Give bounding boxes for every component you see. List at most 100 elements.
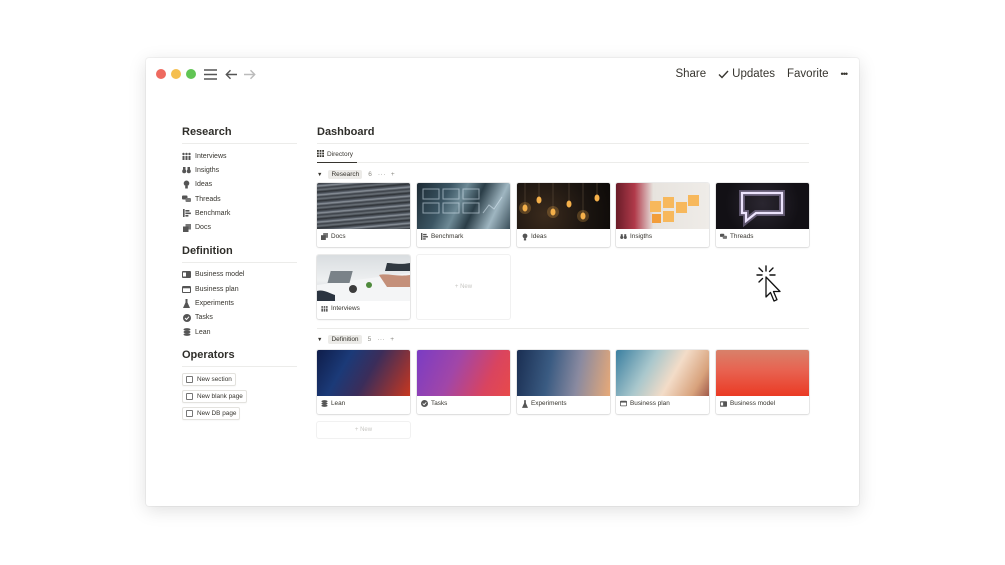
lightbulb-icon: [521, 233, 528, 240]
grid-icon: [317, 150, 324, 159]
new-blank-page-button[interactable]: New blank page: [182, 390, 247, 404]
gallery-card-interviews[interactable]: Interviews: [317, 255, 410, 319]
bars-icon: [421, 233, 428, 240]
group-header-research: ▼ Research 6 ··· +: [317, 166, 809, 183]
cover-image: [317, 255, 410, 301]
group-header-definition: ▼ Definition 5 ··· +: [317, 331, 394, 348]
tab-directory[interactable]: Directory: [317, 147, 358, 163]
people-icon: [182, 152, 191, 161]
gallery-card-insigths[interactable]: Insigths: [616, 183, 709, 247]
layers-icon: [321, 400, 328, 407]
new-card-button[interactable]: + New: [417, 255, 510, 319]
window-icon: [182, 285, 191, 294]
card-caption: Insigths: [620, 233, 652, 240]
sidebar-item-label: Benchmark: [195, 209, 231, 217]
sidebar-item-label: Threads: [195, 195, 221, 203]
sidebar-item-label: Docs: [195, 224, 211, 232]
updates-label: Updates: [732, 68, 775, 80]
collapse-triangle-icon[interactable]: ▼: [317, 337, 322, 343]
sidebar-heading: Definition: [182, 245, 297, 263]
card-caption: Lean: [321, 400, 345, 407]
gallery-research: Docs Benchmark Ideas Insigths Threads In…: [317, 183, 809, 473]
window-icon: [620, 400, 627, 407]
sidebar-item-business-plan[interactable]: Business plan: [182, 282, 297, 296]
sidebar-item-interviews[interactable]: Interviews: [182, 149, 297, 163]
new-card-button[interactable]: + New: [317, 422, 410, 438]
card-label: Business plan: [630, 400, 670, 407]
sidebar-item-label: Tasks: [195, 314, 213, 322]
group-count: 6: [368, 171, 372, 178]
sidebar-heading: Operators: [182, 349, 297, 368]
sidebar-item-lean[interactable]: Lean: [182, 325, 297, 339]
page-icon: [186, 393, 193, 401]
cover-image: [317, 350, 410, 396]
close-window-button[interactable]: [156, 69, 166, 79]
gallery-card-docs[interactable]: Docs: [317, 183, 410, 247]
sidebar-item-threads[interactable]: Threads: [182, 192, 297, 206]
updates-button[interactable]: Updates: [718, 68, 775, 80]
new-section-button[interactable]: New section: [182, 373, 236, 387]
sidebar-item-label: Lean: [195, 328, 211, 336]
cover-image: [716, 350, 809, 396]
meeting-table-art: [317, 263, 410, 301]
gallery-card-business-plan[interactable]: Business plan: [616, 350, 709, 414]
forward-arrow-icon[interactable]: [241, 66, 257, 82]
sidebar-item-business-model[interactable]: Business model: [182, 268, 297, 282]
hanging-bulbs-art: [519, 183, 600, 222]
sidebar-section-definition: Definition Business model Business plan …: [182, 245, 297, 339]
card-caption: Interviews: [321, 305, 360, 312]
gallery-card-ideas[interactable]: Ideas: [517, 183, 610, 247]
sidebar-item-docs[interactable]: Docs: [182, 220, 297, 234]
card-caption: Business plan: [620, 400, 670, 407]
group-add-icon[interactable]: +: [390, 336, 394, 343]
sidebar-section-operators: Operators New section New blank page New…: [182, 349, 297, 424]
tab-label: Directory: [327, 151, 354, 158]
group-more-icon[interactable]: ···: [378, 171, 386, 178]
minimize-window-button[interactable]: [171, 69, 181, 79]
bars-icon: [182, 209, 191, 218]
card-label: Interviews: [331, 305, 360, 312]
mouse-cursor-icon: [756, 265, 781, 302]
binoculars-icon: [620, 233, 627, 240]
gallery-card-benchmark[interactable]: Benchmark: [417, 183, 510, 247]
sidebar-item-tasks[interactable]: Tasks: [182, 311, 297, 325]
chat-bubbles-icon: [182, 195, 191, 204]
card-label: Lean: [331, 400, 346, 407]
card-caption: Threads: [720, 233, 753, 240]
dashboard-screens-art: [422, 188, 503, 214]
gallery-card-threads[interactable]: Threads: [716, 183, 809, 247]
sidebar-item-benchmark[interactable]: Benchmark: [182, 206, 297, 220]
back-arrow-icon[interactable]: [223, 66, 239, 82]
sidebar: Research Interviews Insigths Ideas Threa…: [182, 126, 297, 424]
cover-image: [417, 183, 510, 229]
group-more-icon[interactable]: ···: [377, 336, 385, 343]
documents-icon: [321, 233, 328, 240]
card-label: Threads: [730, 233, 754, 240]
menu-icon[interactable]: [202, 66, 218, 82]
cover-image: [517, 350, 610, 396]
group-divider: [317, 328, 809, 329]
new-db-page-button[interactable]: New DB page: [182, 407, 241, 421]
more-options-button[interactable]: •••: [841, 69, 849, 79]
gallery-card-business-model[interactable]: Business model: [716, 350, 809, 414]
sidebar-item-insigths[interactable]: Insigths: [182, 163, 297, 177]
maximize-window-button[interactable]: [186, 69, 196, 79]
card-caption: Docs: [321, 233, 346, 240]
card-caption: Experiments: [521, 399, 567, 408]
group-name: Research: [328, 170, 363, 179]
people-icon: [321, 305, 328, 312]
page-title: Dashboard: [317, 126, 809, 144]
gallery-card-tasks[interactable]: Tasks: [417, 350, 510, 414]
sidebar-item-experiments[interactable]: Experiments: [182, 296, 297, 310]
app-window: Share Updates Favorite ••• Research Inte…: [146, 58, 859, 506]
sidebar-item-ideas[interactable]: Ideas: [182, 178, 297, 192]
gallery-card-lean[interactable]: Lean: [317, 350, 410, 414]
sidebar-item-label: Experiments: [195, 300, 234, 308]
card-label: Benchmark: [431, 233, 464, 240]
share-button[interactable]: Share: [675, 68, 706, 80]
gallery-card-experiments[interactable]: Experiments: [517, 350, 610, 414]
favorite-button[interactable]: Favorite: [787, 68, 829, 80]
group-add-icon[interactable]: +: [391, 171, 395, 178]
collapse-triangle-icon[interactable]: ▼: [317, 172, 322, 178]
page-icon: [186, 410, 193, 418]
